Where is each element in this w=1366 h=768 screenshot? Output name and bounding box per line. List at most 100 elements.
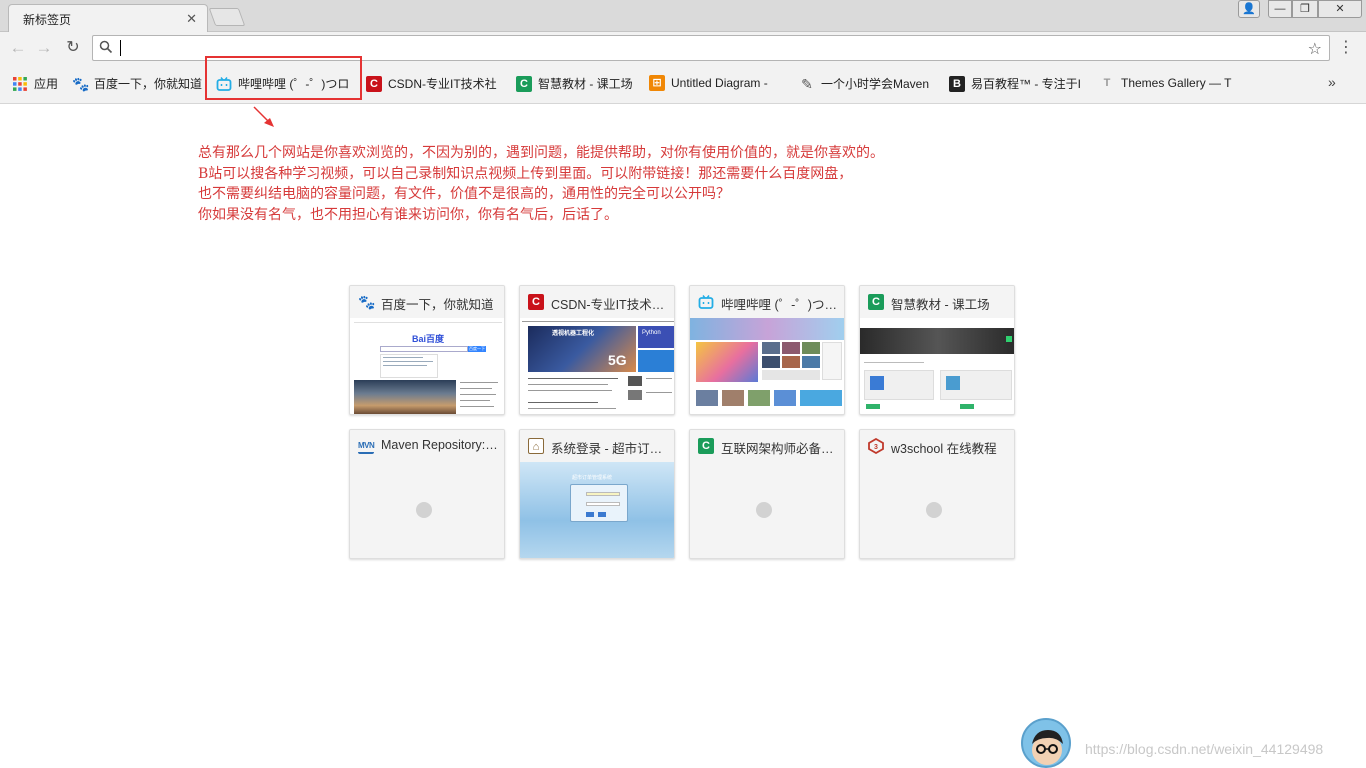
- w3school-icon: 3: [868, 438, 884, 454]
- tile-csdn[interactable]: C CSDN-专业IT技术社区 透视机器工程化 Python 5G: [519, 285, 675, 415]
- tile-thumbnail: [860, 462, 1014, 558]
- tab-new-tab-page[interactable]: 新标签页 ✕: [8, 4, 208, 32]
- search-icon: [99, 40, 113, 54]
- tile-thumbnail: 超市订单管理系统: [520, 462, 674, 558]
- tile-thumbnail: Bai百度 百度一下: [350, 318, 504, 414]
- bookmark-maven[interactable]: ✎ 一个小时学会Maven: [799, 75, 937, 93]
- drawio-icon: ⊞: [649, 75, 665, 91]
- csdn-c-icon: C: [528, 294, 544, 310]
- baidu-logo: Bai百度: [412, 334, 445, 344]
- login-icon: ⌂: [528, 438, 544, 454]
- annotation-line: 总有那么几个网站是你喜欢浏览的，不因为别的，遇到问题，能提供帮助，对你有使用价值…: [198, 145, 884, 161]
- tile-header: ⌂ 系统登录 - 超市订单管理系统: [520, 430, 674, 462]
- window-close-button[interactable]: ✕: [1318, 0, 1362, 18]
- minimize-button[interactable]: —: [1268, 0, 1292, 18]
- bookmark-csdn[interactable]: C CSDN-专业IT技术社: [366, 75, 504, 93]
- highlight-box: [205, 56, 362, 100]
- bookmark-star-icon[interactable]: ☆: [1308, 39, 1322, 59]
- kgc-c-icon: C: [516, 75, 532, 92]
- tile-thumbnail: [860, 318, 1014, 414]
- annotation-line: B站可以搜各种学习视频，可以自己录制知识点视频上传到里面。可以附带链接！那还需要…: [198, 165, 853, 182]
- avatar-face-icon: [1032, 730, 1063, 765]
- tile-title: 百度一下，你就知道: [381, 298, 494, 312]
- bookmark-yiibai[interactable]: B 易百教程™ - 专注于I: [949, 75, 1085, 93]
- baidu-paw-icon: 🐾: [72, 75, 90, 92]
- csdn-5g-text: 5G: [608, 352, 627, 368]
- back-arrow-icon[interactable]: ←: [7, 37, 29, 59]
- login-title-text: 超市订单管理系统: [572, 475, 613, 481]
- csdn-banner-text: 透视机器工程化: [552, 331, 595, 337]
- tile-header: 哔哩哔哩 (゜-゜)つロ 干杯: [690, 286, 844, 318]
- address-input[interactable]: [119, 38, 1289, 58]
- bookmark-themes[interactable]: T Themes Gallery — T: [1099, 75, 1237, 93]
- csdn-c-icon: C: [366, 75, 382, 92]
- placeholder-dot: [756, 502, 772, 518]
- bookmark-label: 应用: [34, 77, 59, 91]
- user-icon[interactable]: 👤: [1238, 0, 1260, 18]
- annotation-line: 也不需要纠结电脑的容量问题，有文件，价值不是很高的，通用性的完全可以公开吗？: [198, 186, 730, 202]
- tile-header: 🐾 百度一下，你就知道: [350, 286, 504, 318]
- tile-maven[interactable]: MVN Maven Repository: Search: [349, 429, 505, 559]
- tile-header: MVN Maven Repository: Search: [350, 430, 504, 462]
- tile-header: C 智慧教材 - 课工场: [860, 286, 1014, 318]
- tile-kgc[interactable]: C 智慧教材 - 课工场: [859, 285, 1015, 415]
- bookmark-label: 智慧教材 - 课工场: [538, 77, 633, 91]
- new-tab-button[interactable]: [208, 8, 246, 26]
- menu-icon[interactable]: ⋮: [1338, 38, 1354, 58]
- tile-title: 互联网架构师必备技能: [721, 442, 839, 456]
- tile-title: 哔哩哔哩 (゜-゜)つロ 干杯: [721, 298, 839, 312]
- tile-header: C 互联网架构师必备技能: [690, 430, 844, 462]
- reload-icon[interactable]: ↻: [62, 37, 84, 59]
- tile-header: C CSDN-专业IT技术社区: [520, 286, 674, 318]
- kgc-c-icon: C: [698, 438, 714, 454]
- tile-thumbnail: [690, 462, 844, 558]
- apps-grid-icon: [13, 76, 27, 91]
- tile-title: w3school 在线教程: [891, 442, 997, 456]
- tile-header: 3 w3school 在线教程: [860, 430, 1014, 462]
- maximize-button[interactable]: ❐: [1292, 0, 1318, 18]
- tile-thumbnail: [350, 462, 504, 558]
- feather-icon: ✎: [801, 75, 813, 92]
- tile-bilibili[interactable]: 哔哩哔哩 (゜-゜)つロ 干杯: [689, 285, 845, 415]
- bookmark-baidu[interactable]: 🐾 百度一下，你就知道: [72, 75, 207, 93]
- tab-title: 新标签页: [23, 13, 72, 27]
- tile-login[interactable]: ⌂ 系统登录 - 超市订单管理系统 超市订单管理系统: [519, 429, 675, 559]
- tile-title: Maven Repository: Search: [381, 438, 499, 452]
- forward-arrow-icon[interactable]: →: [33, 37, 55, 59]
- placeholder-dot: [416, 502, 432, 518]
- bookmark-label: 百度一下，你就知道: [94, 77, 203, 91]
- close-icon[interactable]: ✕: [186, 11, 197, 27]
- annotation-text: 总有那么几个网站是你喜欢浏览的，不因为别的，遇到问题，能提供帮助，对你有使用价值…: [198, 143, 884, 225]
- bookmark-label: CSDN-专业IT技术社: [388, 77, 497, 91]
- bookmark-label: 一个小时学会Maven: [821, 77, 930, 91]
- tile-baidu[interactable]: 🐾 百度一下，你就知道 Bai百度 百度一下: [349, 285, 505, 415]
- annotation-line: 你如果没有名气，也不用担心有谁来访问你，你有名气后，后话了。: [198, 206, 618, 223]
- tile-title: 智慧教材 - 课工场: [891, 298, 990, 312]
- text-caret: [120, 40, 121, 56]
- tile-thumbnail: 透视机器工程化 Python 5G: [520, 318, 674, 414]
- placeholder-dot: [926, 502, 942, 518]
- tile-architect[interactable]: C 互联网架构师必备技能: [689, 429, 845, 559]
- bookmark-drawio[interactable]: ⊞ Untitled Diagram -: [649, 75, 789, 93]
- mvn-icon: MVN: [358, 438, 375, 454]
- bookmark-apps[interactable]: 应用: [12, 75, 58, 93]
- tile-title: CSDN-专业IT技术社区: [551, 298, 669, 312]
- bookmark-kgc[interactable]: C 智慧教材 - 课工场: [516, 75, 640, 93]
- tab-strip: 新标签页 ✕ 👤 — ❐ ✕: [0, 0, 1366, 32]
- tile-title: 系统登录 - 超市订单管理系统: [551, 442, 669, 456]
- bookmark-label: Untitled Diagram -: [671, 76, 768, 90]
- bookmark-label: Themes Gallery — T: [1121, 76, 1232, 90]
- bilibili-tv-icon: [698, 295, 714, 309]
- kgc-c-icon: C: [868, 294, 884, 310]
- avatar: [1021, 718, 1071, 768]
- more-bookmarks-chevron-icon[interactable]: »: [1328, 74, 1336, 90]
- tile-w3school[interactable]: 3 w3school 在线教程: [859, 429, 1015, 559]
- bookmark-label: 易百教程™ - 专注于I: [971, 77, 1081, 91]
- svg-text:3: 3: [874, 444, 878, 451]
- browser-window: 新标签页 ✕ 👤 — ❐ ✕ ← → ↻ ☆ ⋮ 应用 🐾 百度一下，你就知道 …: [0, 0, 1366, 768]
- themes-t-icon: T: [1103, 77, 1111, 89]
- yiibai-b-icon: B: [949, 75, 965, 92]
- red-arrow-icon: [253, 106, 274, 127]
- baidu-paw-icon: 🐾: [358, 294, 376, 310]
- baidu-search-button: 百度一下: [468, 346, 486, 352]
